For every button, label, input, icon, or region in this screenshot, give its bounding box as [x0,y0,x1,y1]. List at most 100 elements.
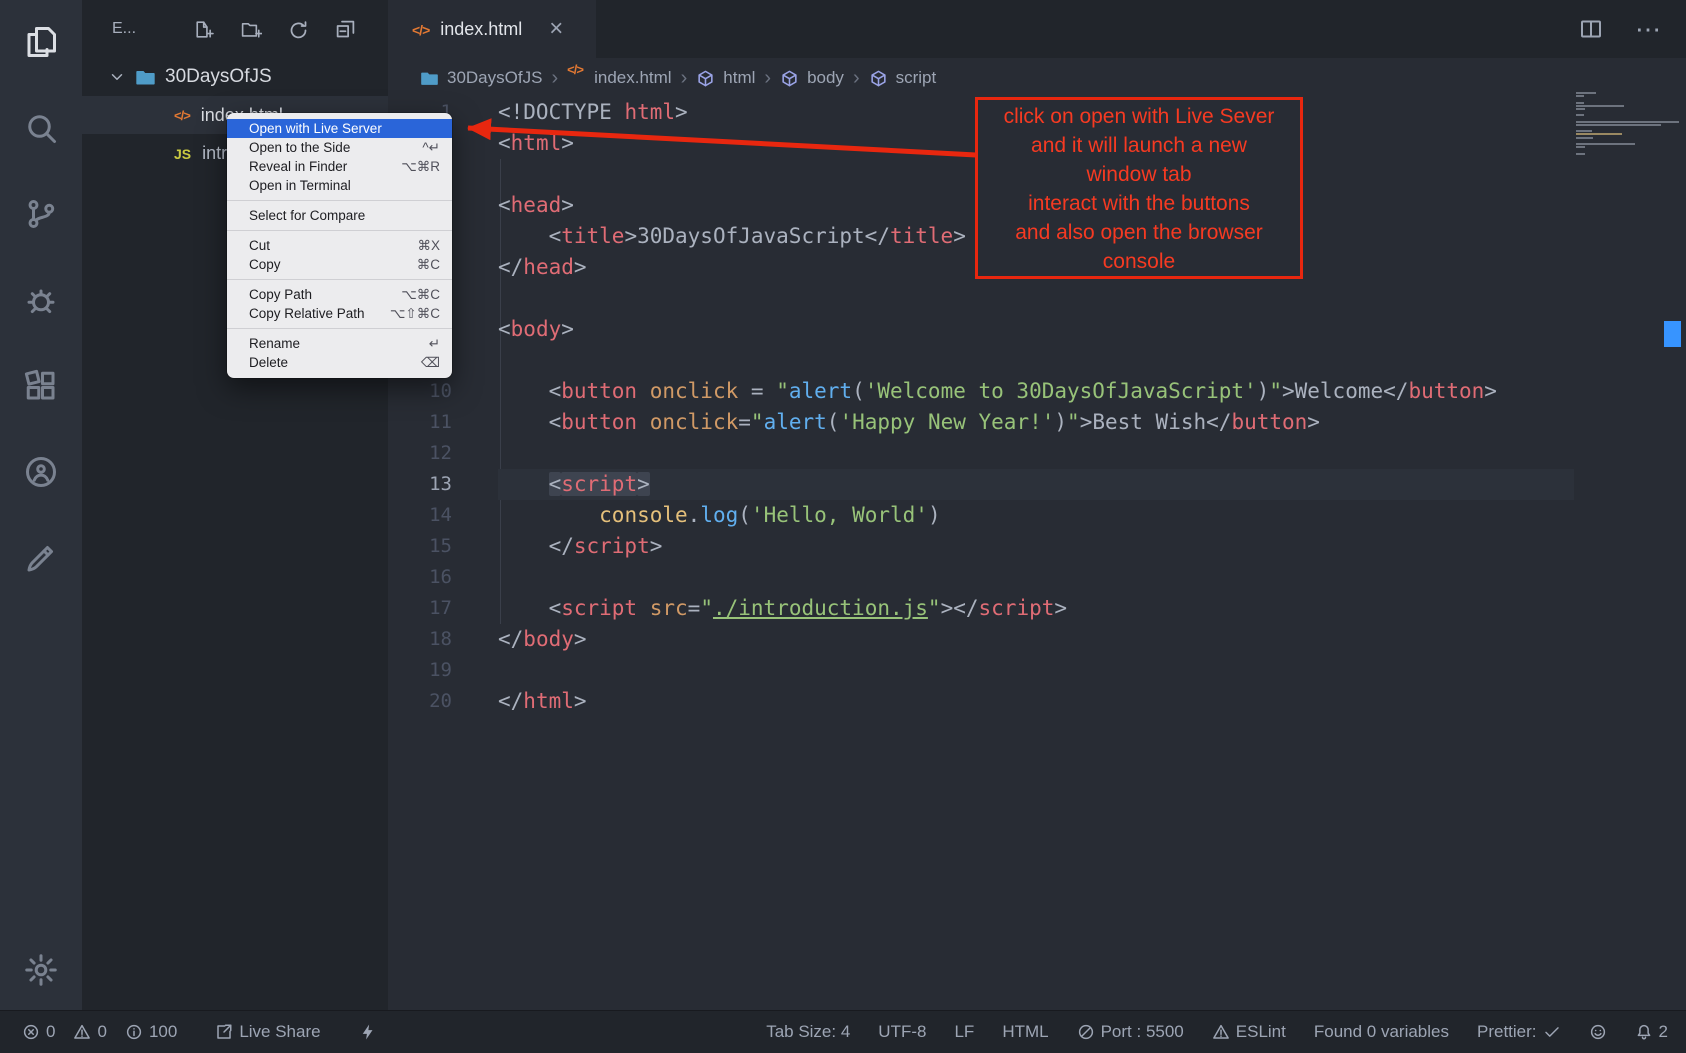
line-number[interactable]: 16 [388,562,452,593]
line-number[interactable]: 10 [388,376,452,407]
code-line-19[interactable]: 19 [388,655,1686,686]
menu-item-open-in-terminal[interactable]: Open in Terminal [227,176,452,195]
menu-item-reveal-in-finder[interactable]: Reveal in Finder⌥⌘R [227,157,452,176]
code-text[interactable]: <!DOCTYPE html> [498,97,688,128]
line-number[interactable]: 12 [388,438,452,469]
activity-live-share[interactable] [23,454,59,490]
code-text[interactable]: </html> [498,686,587,717]
status-port[interactable]: Port : 5500 [1077,1022,1184,1042]
status-eslint[interactable]: ESLint [1212,1022,1286,1042]
tab-index-html[interactable]: </> index.html × [388,0,596,58]
menu-item-open-with-live-server[interactable]: Open with Live Server [227,119,452,138]
breadcrumb-separator: › [551,67,558,90]
tab-bar: </> index.html × ⋯ [388,0,1686,58]
menu-item-rename[interactable]: Rename↵ [227,334,452,353]
code-token: body [523,627,574,651]
activity-extensions[interactable] [23,368,59,404]
code-text[interactable]: </body> [498,624,587,655]
activity-run-debug[interactable] [23,282,59,318]
menu-item-cut[interactable]: Cut⌘X [227,236,452,255]
code-token: </ [498,255,523,279]
code-line-16[interactable]: 16 [388,562,1686,593]
status-notifications[interactable]: 2 [1635,1022,1668,1042]
status-label: Live Share [239,1022,320,1042]
line-number[interactable]: 14 [388,500,452,531]
code-line-17[interactable]: 17 <script src="./introduction.js"></scr… [388,593,1686,624]
new-folder-icon[interactable] [241,19,262,40]
breadcrumb-item-index-html[interactable]: </>index.html [567,68,671,88]
code-token: 'Hello, World' [751,503,928,527]
code-line-12[interactable]: 12 [388,438,1686,469]
line-number[interactable]: 15 [388,531,452,562]
breadcrumb-item-body[interactable]: body [780,68,844,88]
code-line-20[interactable]: 20 </html> [388,686,1686,717]
line-number[interactable]: 20 [388,686,452,717]
code-line-10[interactable]: 10 <button onclick = "alert('Welcome to … [388,376,1686,407]
status-live-share[interactable]: Live Share [215,1022,320,1042]
menu-label: Copy Relative Path [249,306,365,321]
status-errors[interactable]: 0 [22,1022,55,1042]
line-number[interactable]: 19 [388,655,452,686]
code-text[interactable]: </script> [498,531,662,562]
close-tab-icon[interactable]: × [549,17,563,41]
line-number[interactable]: 17 [388,593,452,624]
collapse-all-icon[interactable] [335,19,356,40]
menu-item-copy-path[interactable]: Copy Path⌥⌘C [227,285,452,304]
bell-icon [1635,1023,1653,1041]
activity-search[interactable] [23,110,59,146]
status-prettier[interactable]: Prettier: [1477,1022,1561,1042]
refresh-icon[interactable] [288,19,309,40]
menu-item-open-to-the-side[interactable]: Open to the Side^↵ [227,138,452,157]
breadcrumb-item-30daysofjs[interactable]: 30DaysOfJS [420,68,542,88]
code-line-8[interactable]: 8<body> [388,314,1686,345]
split-editor-icon[interactable] [1579,17,1603,41]
minimap[interactable] [1576,92,1682,156]
status-encoding[interactable]: UTF-8 [878,1022,926,1042]
chevron-down-icon [108,68,126,86]
code-line-15[interactable]: 15 </script> [388,531,1686,562]
code-text[interactable]: <title>30DaysOfJavaScript</title> [498,221,966,252]
code-line-18[interactable]: 18 </body> [388,624,1686,655]
status-eol[interactable]: LF [954,1022,974,1042]
scrollbar-marker[interactable] [1664,321,1681,347]
new-file-icon[interactable] [194,19,215,40]
status-variables[interactable]: Found 0 variables [1314,1022,1449,1042]
code-text[interactable]: <html> [498,128,574,159]
line-number[interactable]: 13 [388,469,452,500]
activity-explorer[interactable] [23,24,59,60]
menu-item-delete[interactable]: Delete⌫ [227,353,452,372]
status-quick-action[interactable] [359,1023,377,1041]
menu-item-copy-relative-path[interactable]: Copy Relative Path⌥⇧⌘C [227,304,452,323]
status-language[interactable]: HTML [1002,1022,1048,1042]
line-number[interactable]: 18 [388,624,452,655]
code-text[interactable]: <button onclick = "alert('Welcome to 30D… [498,376,1497,407]
code-line-14[interactable]: 14 console.log('Hello, World') [388,500,1686,531]
line-number[interactable]: 11 [388,407,452,438]
breadcrumb-item-html[interactable]: html [696,68,755,88]
code-text[interactable]: <script src="./introduction.js"></script… [498,593,1067,624]
activity-source-control[interactable] [23,196,59,232]
menu-item-select-for-compare[interactable]: Select for Compare [227,206,452,225]
code-line-13[interactable]: 13 <script> [388,469,1686,500]
more-actions-icon[interactable]: ⋯ [1635,14,1662,45]
code-line-9[interactable]: 9 [388,345,1686,376]
status-feedback[interactable] [1589,1023,1607,1041]
code-text[interactable]: console.log('Hello, World') [498,500,941,531]
breadcrumb-item-script[interactable]: script [869,68,937,88]
menu-label: Copy [249,257,281,272]
activity-pen[interactable] [23,540,59,576]
code-text[interactable]: <head> [498,190,574,221]
status-warnings[interactable]: 0 [73,1022,106,1042]
code-line-7[interactable]: 7 [388,283,1686,314]
code-text[interactable]: <script> [498,469,650,500]
code-text[interactable]: <body> [498,314,574,345]
status-info-count[interactable]: 100 [125,1022,177,1042]
status-tab-size[interactable]: Tab Size: 4 [766,1022,850,1042]
code-text[interactable]: <button onclick="alert('Happy New Year!'… [498,407,1320,438]
folder-row-30DaysOfJS[interactable]: 30DaysOfJS [82,58,388,96]
activity-settings[interactable] [23,952,59,988]
menu-item-copy[interactable]: Copy⌘C [227,255,452,274]
code-line-11[interactable]: 11 <button onclick="alert('Happy New Yea… [388,407,1686,438]
code-text[interactable]: </head> [498,252,587,283]
sidebar-actions [194,19,356,40]
